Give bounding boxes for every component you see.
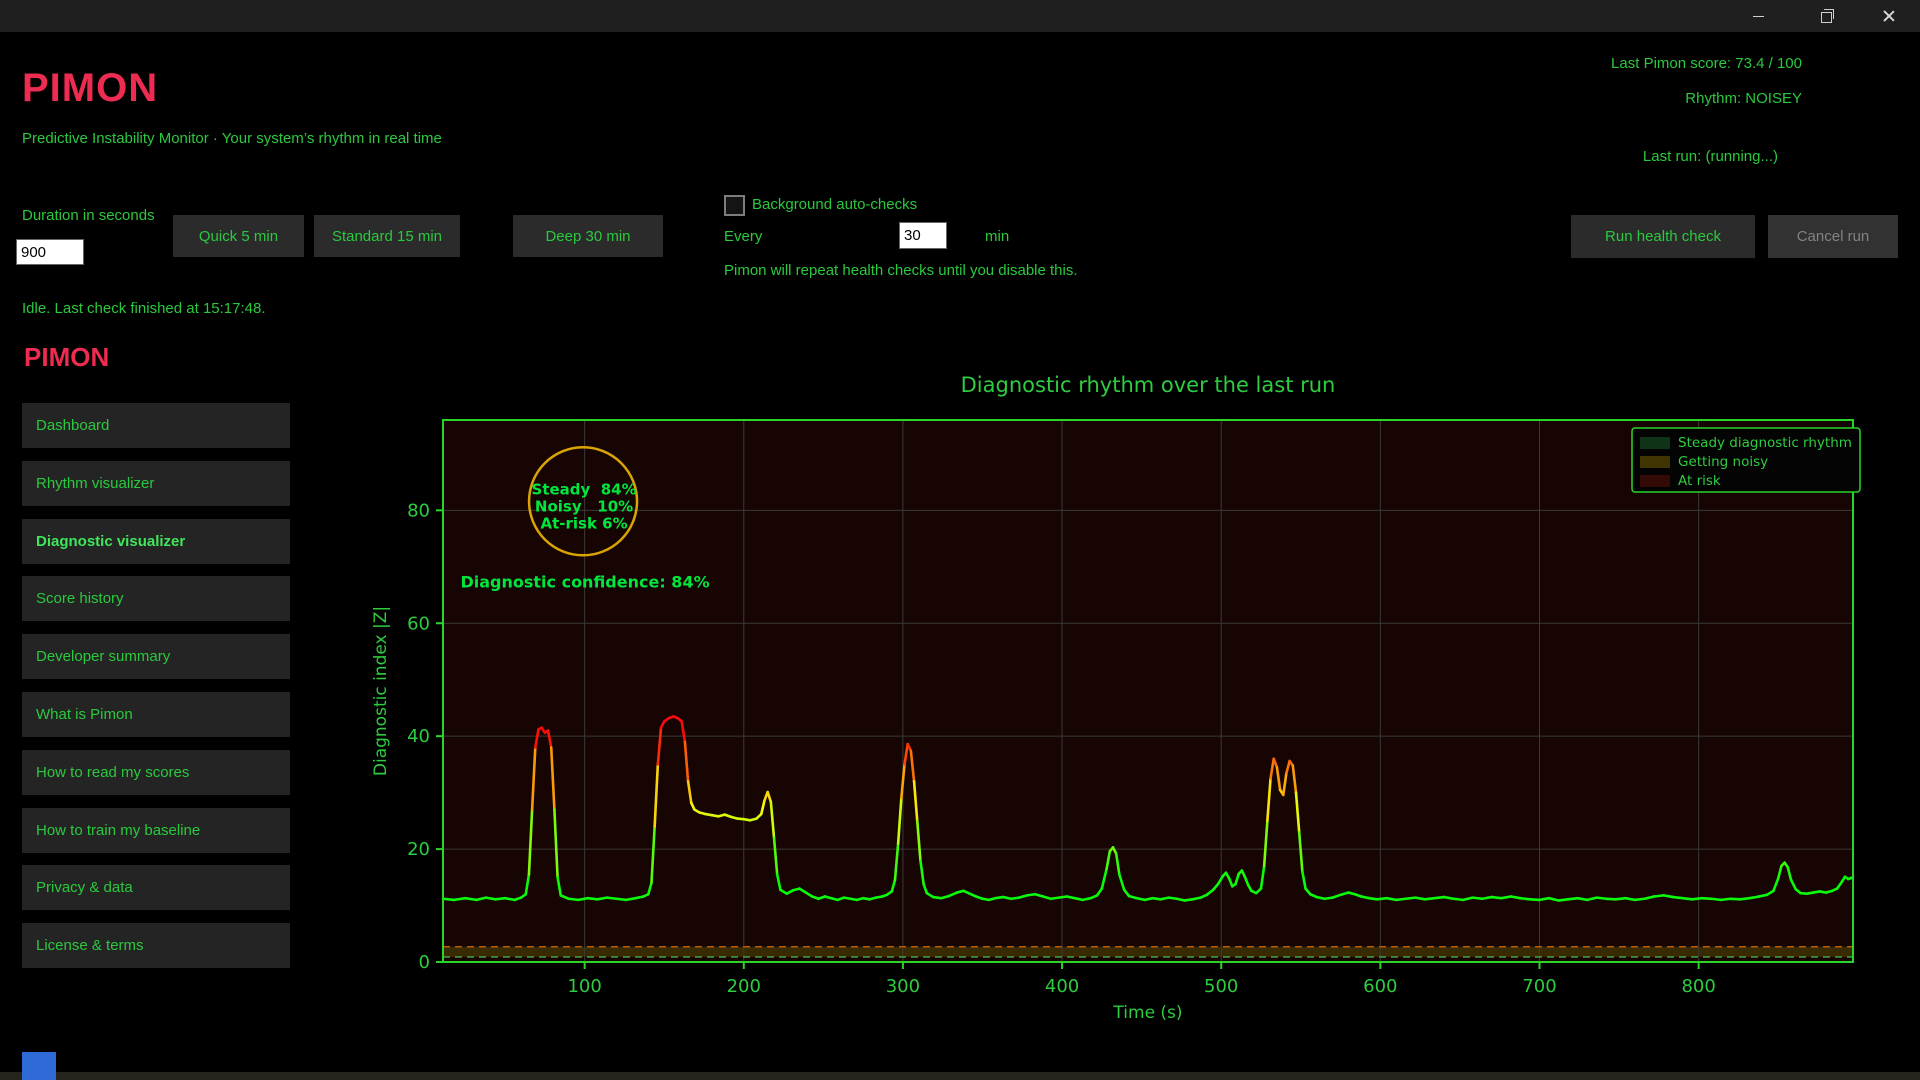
min-label: min: [985, 228, 1009, 245]
svg-text:20: 20: [407, 839, 430, 860]
pimon-app-window: { "window": { "titlebar_color": "#1f1f1f…: [0, 0, 1920, 1080]
svg-text:700: 700: [1522, 976, 1556, 997]
svg-text:60: 60: [407, 613, 430, 634]
diagnostic-rhythm-chart: 100 200 300 400 500 600 700 800 0 20 40 60 80 Diagnos…: [0, 340, 1920, 1040]
svg-text:200: 200: [727, 976, 761, 997]
run-health-check-button[interactable]: Run health check: [1571, 215, 1755, 258]
svg-text:Getting noisy: Getting noisy: [1678, 454, 1768, 470]
preset-standard-15-min-button[interactable]: Standard 15 min: [314, 215, 460, 257]
background-autochecks-checkbox[interactable]: [724, 195, 745, 216]
svg-text:At-risk 6%: At-risk 6%: [540, 514, 627, 532]
every-minutes-input[interactable]: [899, 222, 947, 249]
svg-text:0: 0: [419, 952, 430, 973]
chart-title: Diagnostic rhythm over the last run: [961, 373, 1336, 397]
svg-text:Steady diagnostic rhythm: Steady diagnostic rhythm: [1678, 435, 1852, 451]
minimize-button[interactable]: [1735, 0, 1781, 32]
rhythm-text: Rhythm: NOISEY: [1685, 90, 1802, 107]
background-autochecks-label: Background auto-checks: [752, 196, 917, 213]
svg-text:300: 300: [886, 976, 920, 997]
restore-icon: [1821, 12, 1832, 23]
diagnostic-confidence-text: Diagnostic confidence: 84%: [460, 572, 709, 591]
svg-text:80: 80: [407, 500, 430, 521]
svg-text:500: 500: [1204, 976, 1238, 997]
svg-text:400: 400: [1045, 976, 1079, 997]
autocheck-note: Pimon will repeat health checks until yo…: [724, 262, 1078, 279]
svg-text:40: 40: [407, 726, 430, 747]
last-run-text: Last run: (running...): [1643, 148, 1778, 165]
minimize-icon: [1753, 16, 1764, 17]
close-button[interactable]: [1866, 0, 1912, 32]
taskbar-strip: [0, 1072, 1920, 1080]
svg-text:100: 100: [567, 976, 601, 997]
every-label: Every: [724, 228, 762, 245]
svg-text:Steady 84%: Steady 84%: [531, 480, 636, 498]
app-subtitle: Predictive Instability Monitor · Your sy…: [22, 130, 442, 147]
duration-label: Duration in seconds: [22, 207, 155, 224]
chart-xlabel: Time (s): [1112, 1003, 1182, 1023]
app-title: PIMON: [22, 66, 158, 111]
cancel-run-button[interactable]: Cancel run: [1768, 215, 1898, 258]
preset-deep-30-min-button[interactable]: Deep 30 min: [513, 215, 663, 257]
duration-input[interactable]: [16, 239, 84, 265]
taskbar-icon[interactable]: [22, 1052, 56, 1080]
svg-text:At risk: At risk: [1678, 473, 1721, 489]
svg-text:800: 800: [1681, 976, 1715, 997]
titlebar: [0, 0, 1920, 32]
close-icon: [1883, 10, 1895, 22]
svg-text:Noisy 10%: Noisy 10%: [535, 497, 633, 515]
svg-text:600: 600: [1363, 976, 1397, 997]
chart-ylabel: Diagnostic index |Z|: [371, 606, 391, 776]
preset-quick-5-min-button[interactable]: Quick 5 min: [173, 215, 304, 257]
last-score-text: Last Pimon score: 73.4 / 100: [1611, 55, 1802, 72]
status-text: Idle. Last check finished at 15:17:48.: [22, 300, 266, 317]
restore-button[interactable]: [1804, 0, 1850, 32]
